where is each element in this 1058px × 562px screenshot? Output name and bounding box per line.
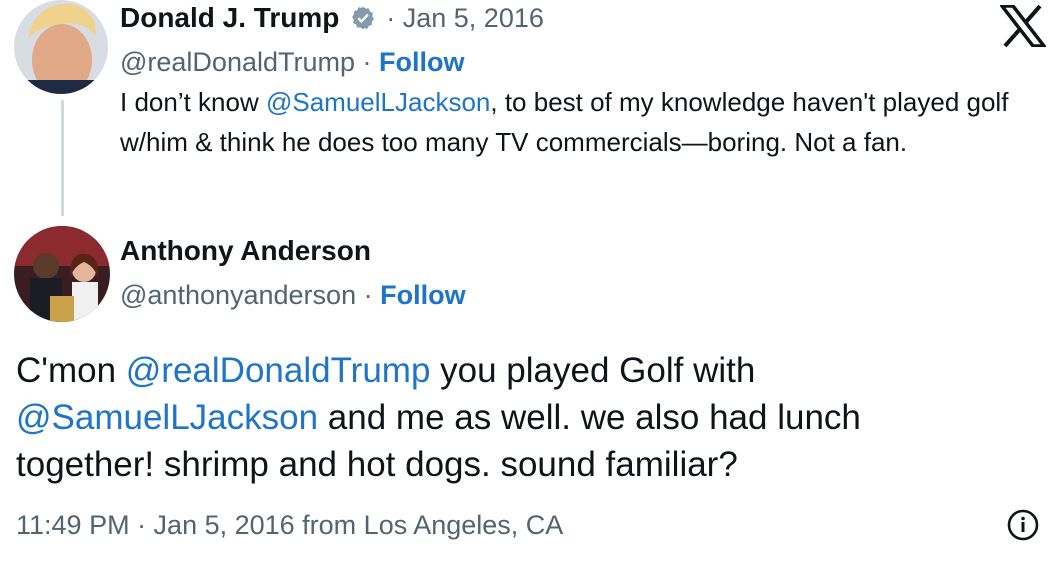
tweet-timestamp[interactable]: 11:49 PM · Jan 5, 2016 from Los Angeles,… (16, 508, 563, 542)
text-segment: you played Golf with (430, 351, 756, 390)
info-icon[interactable] (1006, 508, 1040, 542)
mention-link[interactable]: @realDonaldTrump (126, 351, 431, 390)
separator: · (356, 280, 381, 310)
avatar-anderson-image (14, 226, 110, 322)
reply-author-name[interactable]: Anthony Anderson (120, 234, 371, 268)
avatar-anderson[interactable] (14, 226, 110, 322)
follow-button[interactable]: Follow (380, 280, 465, 310)
thread-line (61, 100, 64, 216)
author-name[interactable]: Donald J. Trump (120, 2, 339, 33)
mention-link[interactable]: @SamuelLJackson (266, 87, 490, 117)
reply-handle-row: @anthonyanderson · Follow (120, 278, 466, 312)
parent-tweet-text: I don’t know @SamuelLJackson, to best of… (120, 82, 1020, 162)
verified-badge-icon (350, 5, 376, 31)
mention-link[interactable]: @SamuelLJackson (16, 398, 318, 437)
parent-handle-row: @realDonaldTrump · Follow (120, 45, 464, 79)
author-handle[interactable]: @realDonaldTrump (120, 47, 355, 77)
parent-header: Donald J. Trump · Jan 5, 2016 (120, 1, 544, 35)
reply-author-handle[interactable]: @anthonyanderson (120, 280, 356, 310)
tweet-date[interactable]: · Jan 5, 2016 (386, 3, 544, 33)
avatar-trump-image (14, 0, 108, 94)
x-logo-icon[interactable] (998, 4, 1048, 48)
avatar-trump[interactable] (14, 0, 108, 94)
text-segment: C'mon (16, 351, 126, 390)
separator: · (355, 47, 379, 77)
reply-tweet-text: C'mon @realDonaldTrump you played Golf w… (16, 347, 976, 488)
follow-button[interactable]: Follow (379, 47, 464, 77)
text-segment: I don’t know (120, 87, 266, 117)
